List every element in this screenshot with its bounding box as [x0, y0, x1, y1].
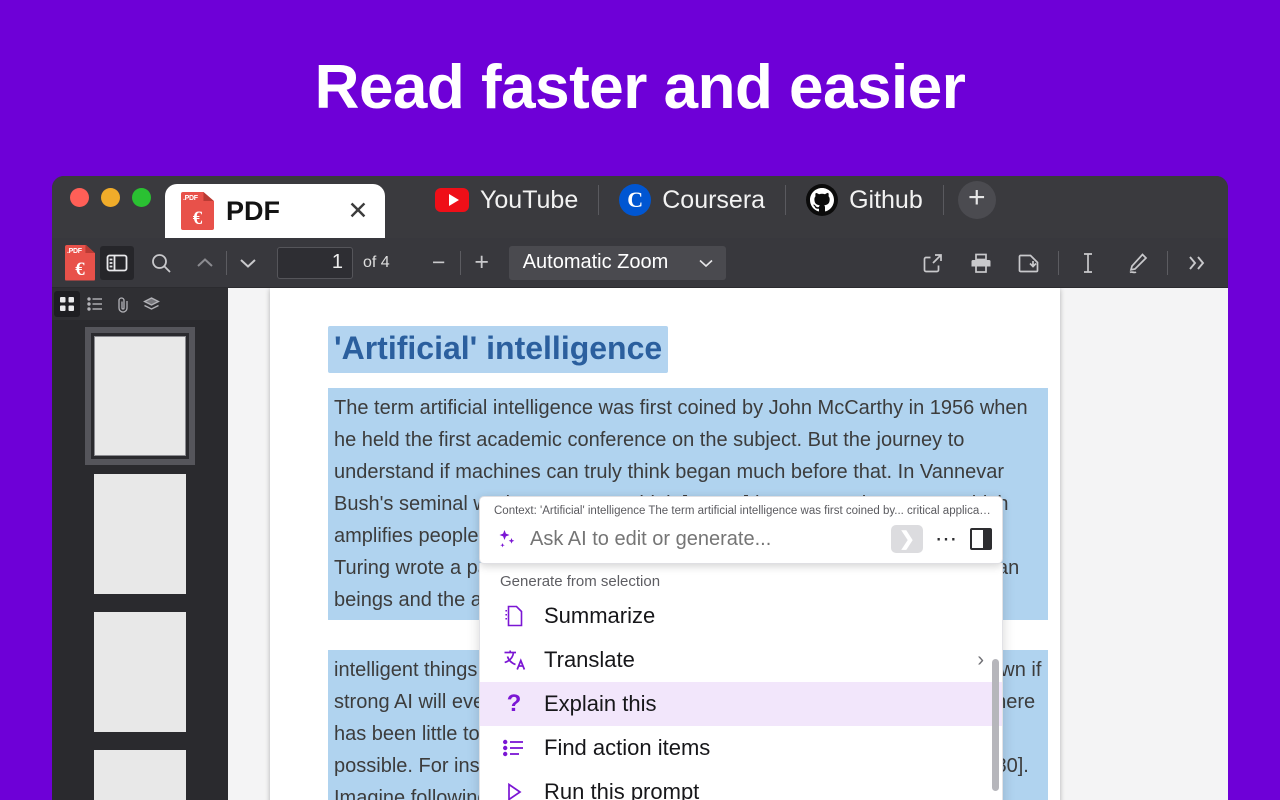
- thumbnail-page-1[interactable]: [85, 327, 195, 465]
- sidebar-tab-bar: [52, 288, 228, 320]
- draw-icon[interactable]: [1121, 246, 1155, 280]
- pdf-body: 'Artificial' intelligence The term artif…: [52, 288, 1228, 800]
- sidebar-toggle-button[interactable]: [100, 245, 134, 280]
- tab-title: PDF: [226, 195, 280, 226]
- menu-item-label: Find action items: [544, 735, 711, 760]
- pdf-app-icon: .PDF €: [60, 244, 100, 281]
- save-icon[interactable]: [1012, 246, 1046, 280]
- summarize-document-icon: [502, 605, 526, 627]
- menu-item-summarize[interactable]: Summarize: [480, 594, 1002, 638]
- shortcut-youtube[interactable]: YouTube: [415, 186, 598, 215]
- question-mark-icon: ?: [506, 690, 522, 717]
- more-options-icon[interactable]: ⋯: [933, 526, 960, 552]
- open-in-new-icon[interactable]: [916, 246, 950, 280]
- panel-toggle-icon[interactable]: [970, 528, 992, 550]
- window-controls: [70, 176, 165, 238]
- pdf-viewer[interactable]: 'Artificial' intelligence The term artif…: [228, 288, 1228, 800]
- tab-strip: .PDF € PDF ✕ YouTube C Coursera Github +: [52, 176, 1228, 238]
- shortcut-label: YouTube: [480, 185, 579, 214]
- menu-scrollbar[interactable]: [992, 659, 999, 791]
- ai-prompt-input[interactable]: [530, 527, 881, 551]
- divider: [226, 250, 227, 275]
- ai-action-menu: Generate from selection Summarize Transl…: [479, 563, 1003, 800]
- tab-pdf[interactable]: .PDF € PDF ✕: [165, 184, 385, 238]
- thumbnail-page-4[interactable]: [94, 750, 186, 800]
- menu-item-label: Translate: [544, 647, 635, 672]
- page-number-input[interactable]: [277, 246, 353, 279]
- sidebar-item-layers[interactable]: [138, 291, 164, 317]
- hero-banner: Read faster and easier: [0, 0, 1280, 176]
- bookmark-shortcuts: YouTube C Coursera Github +: [415, 176, 1010, 238]
- divider: [459, 250, 461, 275]
- youtube-icon: [435, 188, 469, 212]
- menu-section-title: Generate from selection: [500, 573, 661, 590]
- thumbnail-list: [52, 320, 228, 800]
- pdf-icon-label: .PDF: [183, 195, 198, 202]
- previous-page-button[interactable]: [188, 246, 222, 280]
- menu-item-label: Explain this: [544, 691, 657, 716]
- ai-context-text: Context: 'Artificial' intelligence The t…: [494, 505, 992, 517]
- sidebar-item-thumbnails[interactable]: [54, 291, 80, 317]
- next-page-button[interactable]: [231, 246, 265, 280]
- zoom-level-select[interactable]: Automatic Zoom: [508, 245, 727, 280]
- close-icon[interactable]: ✕: [345, 198, 371, 224]
- menu-item-find-action-items[interactable]: Find action items: [480, 726, 1002, 770]
- zoom-out-button[interactable]: −: [422, 246, 456, 280]
- page-title: Read faster and easier: [314, 53, 966, 122]
- translate-icon: [502, 649, 526, 671]
- text-select-icon[interactable]: [1071, 246, 1105, 280]
- shortcut-label: Github: [849, 185, 923, 214]
- more-tools-icon[interactable]: [1180, 246, 1214, 280]
- send-icon[interactable]: ❯: [891, 525, 923, 553]
- github-icon: [806, 184, 839, 216]
- shortcut-coursera[interactable]: C Coursera: [599, 184, 785, 216]
- close-window-button[interactable]: [70, 187, 89, 207]
- zoom-level-label: Automatic Zoom: [522, 251, 669, 273]
- checklist-icon: [502, 739, 526, 757]
- menu-item-run-this-prompt[interactable]: Run this prompt: [480, 770, 1002, 800]
- ai-prompt-bar: Context: 'Artificial' intelligence The t…: [479, 496, 1003, 564]
- chevron-right-icon: ›: [977, 648, 984, 671]
- document-heading: 'Artificial' intelligence: [328, 326, 669, 373]
- play-icon: [502, 782, 526, 800]
- thumbnail-page-3[interactable]: [94, 612, 186, 732]
- maximize-window-button[interactable]: [132, 187, 151, 207]
- menu-item-label: Run this prompt: [544, 779, 700, 800]
- print-icon[interactable]: [964, 246, 998, 280]
- shortcut-label: Coursera: [662, 185, 766, 214]
- pdf-toolbar: .PDF€ of 4 − +: [52, 238, 1228, 288]
- sidebar-item-attachments[interactable]: [110, 291, 136, 317]
- menu-item-label: Summarize: [544, 603, 656, 628]
- divider: [1167, 250, 1168, 275]
- pdf-sidebar: [52, 288, 228, 800]
- sparkle-icon: [494, 527, 520, 551]
- sidebar-item-outline[interactable]: [82, 291, 108, 317]
- thumbnail-page-2[interactable]: [94, 474, 186, 594]
- coursera-icon: C: [619, 184, 652, 216]
- chevron-down-icon: [699, 259, 713, 267]
- page-count-label: of 4: [363, 253, 390, 271]
- minimize-window-button[interactable]: [101, 187, 120, 207]
- pdf-file-icon: .PDF €: [181, 192, 214, 230]
- ai-popover: Context: 'Artificial' intelligence The t…: [479, 496, 1003, 800]
- menu-item-translate[interactable]: Translate ›: [480, 638, 1002, 682]
- shortcut-github[interactable]: Github: [786, 184, 943, 216]
- divider: [1058, 250, 1059, 275]
- new-tab-button[interactable]: +: [957, 181, 996, 219]
- zoom-in-button[interactable]: +: [465, 246, 499, 280]
- menu-item-explain-this[interactable]: ? Explain this: [480, 682, 1002, 726]
- browser-window: .PDF € PDF ✕ YouTube C Coursera Github +…: [52, 176, 1228, 800]
- search-icon[interactable]: [144, 246, 178, 280]
